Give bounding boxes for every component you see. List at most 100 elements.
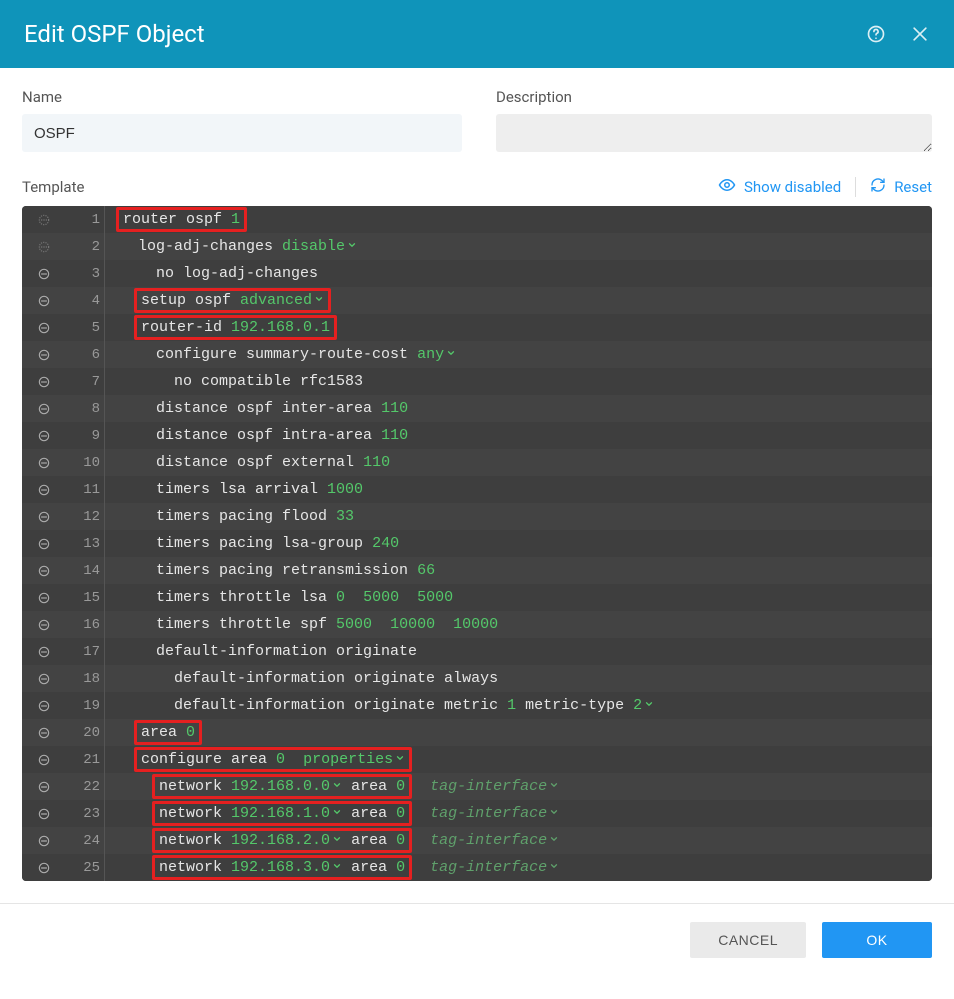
code-value[interactable]: 2	[633, 697, 642, 714]
fold-toggle-icon[interactable]	[22, 807, 66, 821]
chevron-down-icon[interactable]	[547, 859, 559, 876]
code-value[interactable]: 192.168.2.0	[231, 832, 330, 849]
editor-line[interactable]: 21 configure area 0 properties	[22, 746, 932, 773]
code-value[interactable]: disable	[282, 238, 345, 255]
code-value[interactable]: 1	[507, 697, 516, 714]
code-value[interactable]: 192.168.0.1	[231, 319, 330, 336]
editor-line[interactable]: 4 setup ospf advanced	[22, 287, 932, 314]
line-content[interactable]: default-information originate metric 1 m…	[118, 697, 932, 714]
editor-line[interactable]: 9 distance ospf intra-area 110	[22, 422, 932, 449]
fold-toggle-icon[interactable]	[22, 402, 66, 416]
line-content[interactable]: default-information originate	[118, 643, 932, 660]
editor-line[interactable]: 20 area 0	[22, 719, 932, 746]
code-value[interactable]: 0	[396, 859, 405, 876]
line-content[interactable]: timers pacing lsa-group 240	[118, 535, 932, 552]
line-content[interactable]: router-id 192.168.0.1	[118, 315, 932, 340]
editor-line[interactable]: 22 network 192.168.0.0 area 0 tag-interf…	[22, 773, 932, 800]
code-value[interactable]: any	[417, 346, 444, 363]
name-input[interactable]	[22, 114, 462, 152]
editor-line[interactable]: 17 default-information originate	[22, 638, 932, 665]
fold-toggle-icon[interactable]	[22, 699, 66, 713]
fold-toggle-icon[interactable]	[22, 483, 66, 497]
fold-toggle-icon[interactable]	[22, 240, 66, 254]
code-value[interactable]: 110	[381, 400, 408, 417]
trailer-tag[interactable]: tag-interface	[430, 832, 547, 849]
line-content[interactable]: log-adj-changes disable	[118, 238, 932, 255]
trailer-tag[interactable]: tag-interface	[430, 805, 547, 822]
line-content[interactable]: network 192.168.3.0 area 0 tag-interface	[118, 855, 932, 880]
editor-line[interactable]: 5 router-id 192.168.0.1	[22, 314, 932, 341]
fold-toggle-icon[interactable]	[22, 321, 66, 335]
chevron-down-icon[interactable]	[547, 805, 559, 822]
chevron-down-icon[interactable]	[330, 805, 342, 822]
fold-toggle-icon[interactable]	[22, 726, 66, 740]
editor-line[interactable]: 15 timers throttle lsa 0 5000 5000	[22, 584, 932, 611]
fold-toggle-icon[interactable]	[22, 645, 66, 659]
code-value[interactable]: 10000	[453, 616, 498, 633]
cancel-button[interactable]: CANCEL	[690, 922, 806, 958]
code-value[interactable]: 1	[231, 211, 240, 228]
code-value[interactable]: properties	[303, 751, 393, 768]
editor-line[interactable]: 1router ospf 1	[22, 206, 932, 233]
code-value[interactable]: 110	[363, 454, 390, 471]
template-editor[interactable]: 1router ospf 12 log-adj-changes disable3…	[22, 206, 932, 881]
chevron-down-icon[interactable]	[444, 346, 456, 363]
chevron-down-icon[interactable]	[330, 778, 342, 795]
editor-line[interactable]: 12 timers pacing flood 33	[22, 503, 932, 530]
line-content[interactable]: configure summary-route-cost any	[118, 346, 932, 363]
chevron-down-icon[interactable]	[393, 751, 405, 768]
fold-toggle-icon[interactable]	[22, 213, 66, 227]
line-content[interactable]: router ospf 1	[118, 207, 932, 232]
line-content[interactable]: area 0	[118, 720, 932, 745]
code-value[interactable]: 0	[396, 832, 405, 849]
editor-line[interactable]: 2 log-adj-changes disable	[22, 233, 932, 260]
editor-line[interactable]: 10 distance ospf external 110	[22, 449, 932, 476]
fold-toggle-icon[interactable]	[22, 834, 66, 848]
code-value[interactable]: 192.168.1.0	[231, 805, 330, 822]
line-content[interactable]: default-information originate always	[118, 670, 932, 687]
fold-toggle-icon[interactable]	[22, 591, 66, 605]
chevron-down-icon[interactable]	[345, 238, 357, 255]
code-value[interactable]: 66	[417, 562, 435, 579]
chevron-down-icon[interactable]	[547, 832, 559, 849]
line-content[interactable]: no log-adj-changes	[118, 265, 932, 282]
editor-line[interactable]: 25 network 192.168.3.0 area 0 tag-interf…	[22, 854, 932, 881]
code-value[interactable]: 0	[396, 805, 405, 822]
fold-toggle-icon[interactable]	[22, 510, 66, 524]
fold-toggle-icon[interactable]	[22, 537, 66, 551]
code-value[interactable]: 0	[276, 751, 285, 768]
chevron-down-icon[interactable]	[330, 832, 342, 849]
editor-line[interactable]: 11 timers lsa arrival 1000	[22, 476, 932, 503]
editor-line[interactable]: 16 timers throttle spf 5000 10000 10000	[22, 611, 932, 638]
description-textarea[interactable]	[496, 114, 932, 152]
line-content[interactable]: timers throttle lsa 0 5000 5000	[118, 589, 932, 606]
editor-line[interactable]: 19 default-information originate metric …	[22, 692, 932, 719]
code-value[interactable]: 1000	[327, 481, 363, 498]
line-content[interactable]: network 192.168.2.0 area 0 tag-interface	[118, 828, 932, 853]
fold-toggle-icon[interactable]	[22, 618, 66, 632]
line-content[interactable]: distance ospf external 110	[118, 454, 932, 471]
line-content[interactable]: timers lsa arrival 1000	[118, 481, 932, 498]
chevron-down-icon[interactable]	[642, 697, 654, 714]
show-disabled-link[interactable]: Show disabled	[718, 176, 841, 198]
fold-toggle-icon[interactable]	[22, 267, 66, 281]
line-content[interactable]: setup ospf advanced	[118, 288, 932, 313]
code-value[interactable]: 192.168.0.0	[231, 778, 330, 795]
line-content[interactable]: timers pacing flood 33	[118, 508, 932, 525]
fold-toggle-icon[interactable]	[22, 348, 66, 362]
fold-toggle-icon[interactable]	[22, 861, 66, 875]
line-content[interactable]: network 192.168.0.0 area 0 tag-interface	[118, 774, 932, 799]
editor-line[interactable]: 13 timers pacing lsa-group 240	[22, 530, 932, 557]
fold-toggle-icon[interactable]	[22, 672, 66, 686]
fold-toggle-icon[interactable]	[22, 780, 66, 794]
code-value[interactable]: 10000	[390, 616, 435, 633]
editor-line[interactable]: 6 configure summary-route-cost any	[22, 341, 932, 368]
line-content[interactable]: timers pacing retransmission 66	[118, 562, 932, 579]
code-value[interactable]: 5000	[336, 616, 372, 633]
editor-line[interactable]: 24 network 192.168.2.0 area 0 tag-interf…	[22, 827, 932, 854]
line-content[interactable]: timers throttle spf 5000 10000 10000	[118, 616, 932, 633]
editor-line[interactable]: 8 distance ospf inter-area 110	[22, 395, 932, 422]
code-value[interactable]: 33	[336, 508, 354, 525]
help-icon[interactable]	[866, 24, 886, 44]
trailer-tag[interactable]: tag-interface	[430, 778, 547, 795]
